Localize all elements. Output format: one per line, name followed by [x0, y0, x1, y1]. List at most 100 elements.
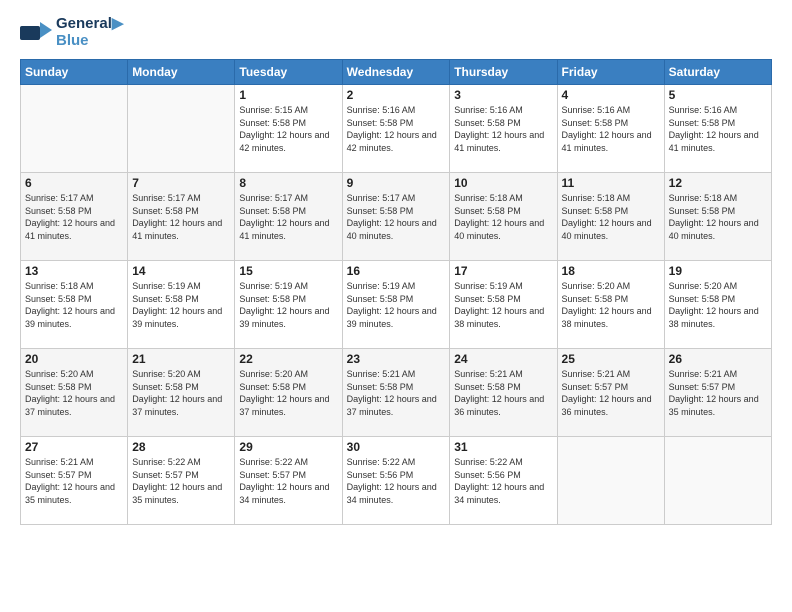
day-number: 19 [669, 264, 767, 278]
day-number: 3 [454, 88, 552, 102]
day-info: Sunrise: 5:18 AMSunset: 5:58 PMDaylight:… [454, 192, 552, 242]
week-row-5: 27 Sunrise: 5:21 AMSunset: 5:57 PMDayligh… [21, 437, 772, 525]
calendar-body: 1 Sunrise: 5:15 AMSunset: 5:58 PMDaylight… [21, 85, 772, 525]
day-info: Sunrise: 5:20 AMSunset: 5:58 PMDaylight:… [562, 280, 660, 330]
calendar-cell: 11 Sunrise: 5:18 AMSunset: 5:58 PMDayligh… [557, 173, 664, 261]
logo-line2: Blue [56, 33, 123, 50]
day-info: Sunrise: 5:19 AMSunset: 5:58 PMDaylight:… [454, 280, 552, 330]
calendar-cell: 23 Sunrise: 5:21 AMSunset: 5:58 PMDayligh… [342, 349, 450, 437]
calendar-cell: 16 Sunrise: 5:19 AMSunset: 5:58 PMDayligh… [342, 261, 450, 349]
calendar-cell: 6 Sunrise: 5:17 AMSunset: 5:58 PMDaylight… [21, 173, 128, 261]
weekday-saturday: Saturday [664, 60, 771, 85]
day-number: 28 [132, 440, 230, 454]
day-info: Sunrise: 5:21 AMSunset: 5:57 PMDaylight:… [25, 456, 123, 506]
calendar-cell: 10 Sunrise: 5:18 AMSunset: 5:58 PMDayligh… [450, 173, 557, 261]
calendar-cell: 28Sunrise: 5:22 AMSunset: 5:57 PMDayligh… [128, 437, 235, 525]
calendar-cell: 2 Sunrise: 5:16 AMSunset: 5:58 PMDaylight… [342, 85, 450, 173]
day-number: 8 [239, 176, 337, 190]
calendar-cell: 13 Sunrise: 5:18 AMSunset: 5:58 PMDayligh… [21, 261, 128, 349]
calendar-cell: 17 Sunrise: 5:19 AMSunset: 5:58 PMDayligh… [450, 261, 557, 349]
week-row-2: 6 Sunrise: 5:17 AMSunset: 5:58 PMDaylight… [21, 173, 772, 261]
calendar-cell: 7Sunrise: 5:17 AMSunset: 5:58 PMDaylight… [128, 173, 235, 261]
logo: General▶ Blue [20, 16, 123, 49]
calendar-cell: 21 Sunrise: 5:20 AMSunset: 5:58 PMDayligh… [128, 349, 235, 437]
day-info: Sunrise: 5:21 AMSunset: 5:58 PMDaylight:… [347, 368, 446, 418]
day-number: 12 [669, 176, 767, 190]
day-number: 10 [454, 176, 552, 190]
weekday-header-row: SundayMondayTuesdayWednesdayThursdayFrid… [21, 60, 772, 85]
weekday-monday: Monday [128, 60, 235, 85]
day-info: Sunrise: 5:22 AMSunset: 5:56 PMDaylight:… [454, 456, 552, 506]
day-number: 29 [239, 440, 337, 454]
day-info: Sunrise: 5:16 AMSunset: 5:58 PMDaylight:… [669, 104, 767, 154]
calendar-cell: 30Sunrise: 5:22 AMSunset: 5:56 PMDayligh… [342, 437, 450, 525]
day-number: 1 [239, 88, 337, 102]
weekday-wednesday: Wednesday [342, 60, 450, 85]
calendar-cell [557, 437, 664, 525]
day-number: 18 [562, 264, 660, 278]
day-number: 17 [454, 264, 552, 278]
calendar-cell: 19 Sunrise: 5:20 AMSunset: 5:58 PMDayligh… [664, 261, 771, 349]
calendar-cell: 9 Sunrise: 5:17 AMSunset: 5:58 PMDaylight… [342, 173, 450, 261]
day-info: Sunrise: 5:22 AMSunset: 5:57 PMDaylight:… [239, 456, 337, 506]
day-number: 11 [562, 176, 660, 190]
day-info: Sunrise: 5:17 AMSunset: 5:58 PMDaylight:… [25, 192, 123, 242]
calendar-cell: 20 Sunrise: 5:20 AMSunset: 5:58 PMDayligh… [21, 349, 128, 437]
day-info: Sunrise: 5:17 AMSunset: 5:58 PMDaylight:… [239, 192, 337, 242]
page: General▶ Blue SundayMondayTuesdayWednesd… [0, 0, 792, 612]
day-number: 22 [239, 352, 337, 366]
day-number: 27 [25, 440, 123, 454]
day-number: 16 [347, 264, 446, 278]
day-info: Sunrise: 5:20 AMSunset: 5:58 PMDaylight:… [132, 368, 230, 418]
calendar-cell: 25 Sunrise: 5:21 AMSunset: 5:57 PMDayligh… [557, 349, 664, 437]
week-row-4: 20 Sunrise: 5:20 AMSunset: 5:58 PMDayligh… [21, 349, 772, 437]
day-info: Sunrise: 5:18 AMSunset: 5:58 PMDaylight:… [25, 280, 123, 330]
calendar-cell: 4Sunrise: 5:16 AMSunset: 5:58 PMDaylight… [557, 85, 664, 173]
day-number: 6 [25, 176, 123, 190]
day-number: 21 [132, 352, 230, 366]
calendar-cell: 3Sunrise: 5:16 AMSunset: 5:58 PMDaylight… [450, 85, 557, 173]
calendar-cell: 29 Sunrise: 5:22 AMSunset: 5:57 PMDayligh… [235, 437, 342, 525]
calendar-cell: 26Sunrise: 5:21 AMSunset: 5:57 PMDayligh… [664, 349, 771, 437]
day-number: 30 [347, 440, 446, 454]
weekday-tuesday: Tuesday [235, 60, 342, 85]
weekday-thursday: Thursday [450, 60, 557, 85]
day-number: 14 [132, 264, 230, 278]
calendar-cell: 24Sunrise: 5:21 AMSunset: 5:58 PMDayligh… [450, 349, 557, 437]
day-info: Sunrise: 5:21 AMSunset: 5:57 PMDaylight:… [669, 368, 767, 418]
day-info: Sunrise: 5:20 AMSunset: 5:58 PMDaylight:… [239, 368, 337, 418]
day-info: Sunrise: 5:19 AMSunset: 5:58 PMDaylight:… [347, 280, 446, 330]
day-info: Sunrise: 5:21 AMSunset: 5:57 PMDaylight:… [562, 368, 660, 418]
day-info: Sunrise: 5:16 AMSunset: 5:58 PMDaylight:… [562, 104, 660, 154]
day-info: Sunrise: 5:16 AMSunset: 5:58 PMDaylight:… [347, 104, 446, 154]
calendar-cell [128, 85, 235, 173]
calendar-cell: 27 Sunrise: 5:21 AMSunset: 5:57 PMDayligh… [21, 437, 128, 525]
day-number: 23 [347, 352, 446, 366]
day-info: Sunrise: 5:17 AMSunset: 5:58 PMDaylight:… [132, 192, 230, 242]
calendar-cell: 15Sunrise: 5:19 AMSunset: 5:58 PMDayligh… [235, 261, 342, 349]
day-info: Sunrise: 5:18 AMSunset: 5:58 PMDaylight:… [562, 192, 660, 242]
calendar-cell: 22 Sunrise: 5:20 AMSunset: 5:58 PMDayligh… [235, 349, 342, 437]
calendar-cell: 1 Sunrise: 5:15 AMSunset: 5:58 PMDaylight… [235, 85, 342, 173]
day-number: 31 [454, 440, 552, 454]
day-info: Sunrise: 5:19 AMSunset: 5:58 PMDaylight:… [132, 280, 230, 330]
day-info: Sunrise: 5:20 AMSunset: 5:58 PMDaylight:… [25, 368, 123, 418]
day-number: 20 [25, 352, 123, 366]
day-number: 24 [454, 352, 552, 366]
day-number: 13 [25, 264, 123, 278]
day-number: 25 [562, 352, 660, 366]
day-info: Sunrise: 5:17 AMSunset: 5:58 PMDaylight:… [347, 192, 446, 242]
calendar-table: SundayMondayTuesdayWednesdayThursdayFrid… [20, 59, 772, 525]
calendar-cell: 18 Sunrise: 5:20 AMSunset: 5:58 PMDayligh… [557, 261, 664, 349]
day-number: 9 [347, 176, 446, 190]
week-row-1: 1 Sunrise: 5:15 AMSunset: 5:58 PMDaylight… [21, 85, 772, 173]
day-number: 2 [347, 88, 446, 102]
day-info: Sunrise: 5:15 AMSunset: 5:58 PMDaylight:… [239, 104, 337, 154]
day-number: 15 [239, 264, 337, 278]
day-info: Sunrise: 5:20 AMSunset: 5:58 PMDaylight:… [669, 280, 767, 330]
calendar-cell: 31 Sunrise: 5:22 AMSunset: 5:56 PMDayligh… [450, 437, 557, 525]
weekday-sunday: Sunday [21, 60, 128, 85]
logo-line1: General▶ [56, 16, 123, 33]
calendar-cell: 12Sunrise: 5:18 AMSunset: 5:58 PMDayligh… [664, 173, 771, 261]
week-row-3: 13 Sunrise: 5:18 AMSunset: 5:58 PMDayligh… [21, 261, 772, 349]
